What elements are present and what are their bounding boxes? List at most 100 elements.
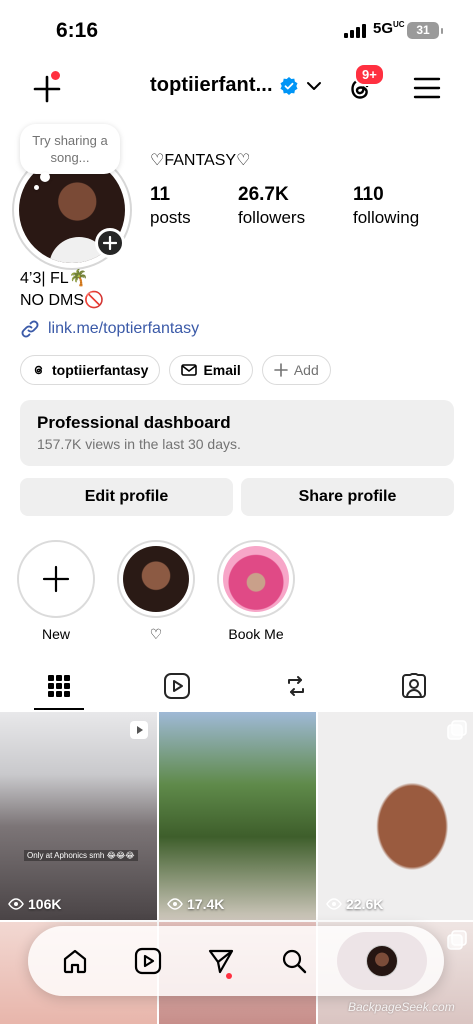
- grid-post[interactable]: Only at Aphonics smh 😂😂😂 106K: [0, 712, 157, 920]
- view-count: 106K: [8, 896, 61, 912]
- hamburger-menu-icon: [413, 77, 441, 99]
- add-chip[interactable]: Add: [261, 355, 331, 385]
- mail-icon: [181, 364, 198, 376]
- grid-icon: [48, 675, 71, 697]
- profile-tabs: [0, 662, 473, 710]
- threads-chip[interactable]: toptiierfantasy: [20, 355, 161, 385]
- grid-post[interactable]: 22.6K: [318, 712, 473, 920]
- battery-icon: 31: [407, 22, 443, 39]
- profile-stats: 11 posts 26.7K followers 110 following: [150, 184, 419, 228]
- plus-icon: [103, 236, 117, 250]
- professional-dashboard[interactable]: Professional dashboard 157.7K views in t…: [20, 400, 454, 466]
- view-count-value: 106K: [28, 896, 62, 912]
- view-count-value: 22.6K: [346, 896, 384, 912]
- stat-posts[interactable]: 11 posts: [150, 184, 238, 228]
- nav-home[interactable]: [45, 936, 105, 986]
- stat-label: followers: [238, 208, 306, 227]
- highlight-cover: [123, 546, 189, 612]
- chevron-down-icon: [306, 81, 321, 90]
- reels-icon: [164, 673, 191, 699]
- home-icon: [63, 949, 86, 974]
- notification-dot: [225, 973, 232, 979]
- tab-reels[interactable]: [118, 662, 236, 710]
- tab-posts[interactable]: [0, 662, 118, 710]
- bio-link-text: link.me/toptierfantasy: [48, 320, 200, 337]
- highlight-label: Book Me: [228, 626, 284, 642]
- stat-value: 26.7K: [238, 184, 289, 205]
- note-tail-small: [34, 185, 39, 190]
- play-icon: [326, 898, 342, 910]
- watermark: BackpageSeek.com: [348, 1000, 455, 1014]
- tagged-icon: [401, 673, 426, 698]
- grid-post[interactable]: 17.4K: [159, 712, 316, 920]
- tab-reposts[interactable]: [237, 662, 355, 710]
- network-type: 5G: [373, 20, 394, 37]
- highlight-cover: [223, 546, 289, 612]
- stat-following[interactable]: 110 following: [353, 184, 419, 228]
- status-bar: 6:16 5GUC 31: [0, 0, 473, 60]
- link-icon: [21, 320, 39, 338]
- highlight-ring: [17, 540, 95, 618]
- add-story-button[interactable]: [95, 228, 125, 258]
- highlight-label: New: [41, 626, 70, 642]
- nav-direct[interactable]: [191, 936, 251, 986]
- email-chip[interactable]: Email: [169, 355, 253, 385]
- search-icon: [283, 949, 307, 974]
- chip-label: toptiierfantasy: [52, 362, 149, 378]
- carousel-icon: [447, 930, 467, 950]
- highlight-label: ♡: [149, 626, 163, 642]
- reposts-icon: [287, 676, 304, 696]
- highlight-new[interactable]: New: [17, 540, 95, 643]
- network-label: 5GUC: [373, 20, 405, 37]
- plus-icon: [42, 565, 70, 593]
- username: toptiierfant...: [150, 74, 273, 96]
- post-caption-overlay: Only at Aphonics smh 😂😂😂: [24, 850, 138, 861]
- share-profile-button[interactable]: Share profile: [241, 478, 454, 516]
- network-sup: UC: [393, 20, 405, 29]
- nav-search[interactable]: [264, 936, 324, 986]
- note-tail: [40, 172, 50, 182]
- reel-indicator-icon: [130, 721, 148, 739]
- highlight-heart[interactable]: ♡: [117, 540, 195, 643]
- tab-tagged[interactable]: [355, 662, 473, 710]
- reels-icon: [134, 947, 161, 975]
- plus-icon: [274, 363, 288, 377]
- highlight-ring: [217, 540, 295, 618]
- stat-value: 110: [353, 184, 384, 205]
- create-button[interactable]: [30, 71, 64, 106]
- play-icon: [8, 898, 24, 910]
- bio-link[interactable]: link.me/toptierfantasy: [20, 319, 199, 339]
- carousel-icon: [447, 720, 467, 740]
- status-time: 6:16: [56, 19, 99, 42]
- highlight-ring: [117, 540, 195, 618]
- threads-icon: [34, 365, 43, 375]
- dashboard-subtitle: 157.7K views in the last 30 days.: [37, 436, 241, 452]
- story-highlights: New ♡ Book Me: [17, 540, 295, 643]
- profile-header: toptiierfant... 9+: [0, 60, 473, 116]
- bio-line: NO DMS🚫: [20, 292, 104, 309]
- view-count-value: 17.4K: [187, 896, 225, 912]
- view-count: 22.6K: [326, 896, 383, 912]
- menu-button[interactable]: [412, 74, 442, 102]
- chip-label: Add: [293, 362, 319, 378]
- play-icon: [167, 898, 183, 910]
- stat-followers[interactable]: 26.7K followers: [238, 184, 353, 228]
- account-switcher[interactable]: toptiierfant...: [150, 74, 323, 97]
- edit-profile-button[interactable]: Edit profile: [20, 478, 233, 516]
- nav-profile[interactable]: [337, 932, 428, 990]
- bottom-navigation: [28, 926, 444, 996]
- signal-icon: [344, 24, 366, 38]
- bio: 4’3| FL🌴 NO DMS🚫: [20, 268, 104, 312]
- stat-label: posts: [150, 208, 191, 227]
- bio-line: 4’3| FL🌴: [20, 270, 89, 287]
- highlight-book-me[interactable]: Book Me: [217, 540, 295, 643]
- chip-label: Email: [203, 362, 241, 378]
- stat-label: following: [353, 208, 420, 227]
- note-bubble[interactable]: Try sharing a song...: [20, 124, 120, 190]
- nav-reels[interactable]: [118, 936, 178, 986]
- profile-avatar-icon: [366, 945, 399, 977]
- profile-chips: toptiierfantasy Email Add: [20, 355, 331, 385]
- note-placeholder: Try sharing a song...: [32, 133, 108, 165]
- verified-badge-icon: [280, 76, 298, 95]
- direct-icon: [208, 949, 234, 974]
